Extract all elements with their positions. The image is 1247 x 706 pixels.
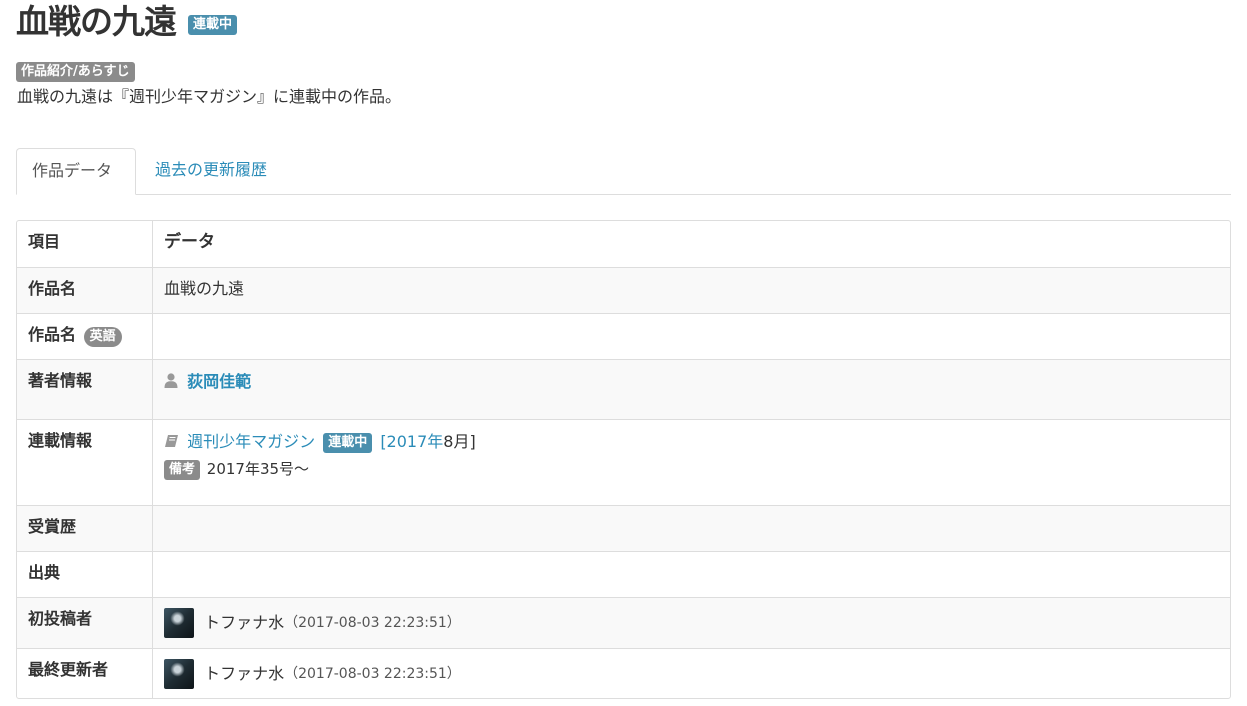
- synopsis-text: 血戦の九遠は『週刊少年マガジン』に連載中の作品。: [17, 87, 402, 106]
- table-row-awards: 受賞歴: [17, 505, 1230, 551]
- book-icon: [164, 432, 179, 454]
- first-poster-value: トファナ水（2017-08-03 22:23:51）: [164, 608, 461, 638]
- row-label-title: 作品名: [28, 279, 77, 298]
- row-label-author: 著者情報: [28, 371, 93, 390]
- row-label-first-poster: 初投稿者: [28, 609, 93, 628]
- table-row-english-title: 作品名 英語: [17, 313, 1230, 359]
- work-title-value: 血戦の九遠: [164, 279, 245, 298]
- avatar[interactable]: [164, 608, 194, 638]
- serialization-status-badge: 連載中: [323, 433, 373, 453]
- table-header-value: データ: [164, 232, 215, 252]
- user-icon: [164, 372, 178, 394]
- magazine-link[interactable]: 週刊少年マガジン: [187, 432, 315, 451]
- tab-update-history[interactable]: 過去の更新履歴: [140, 148, 282, 194]
- tab-work-data[interactable]: 作品データ: [16, 148, 136, 195]
- author-link[interactable]: 荻岡佳範: [187, 372, 251, 391]
- page-title: 血戦の九遠: [16, 2, 177, 41]
- synopsis-label: 作品紹介/あらすじ: [16, 62, 135, 82]
- first-poster-name[interactable]: トファナ水: [204, 613, 284, 632]
- row-label-english-title: 作品名 英語: [28, 324, 122, 347]
- english-badge: 英語: [83, 327, 122, 347]
- row-label-cell: 著者情報: [17, 360, 153, 419]
- table-header-label: 項目: [28, 232, 61, 251]
- serialization-line: 週刊少年マガジン 連載中 [2017年8月]: [164, 431, 476, 454]
- title-row: 血戦の九遠 連載中: [16, 0, 238, 44]
- row-label-cell: 初投稿者: [17, 598, 153, 648]
- tab-bar: 作品データ 過去の更新履歴: [16, 148, 1231, 195]
- status-badge: 連載中: [188, 15, 238, 35]
- first-poster-timestamp: （2017-08-03 22:23:51）: [284, 615, 461, 631]
- row-label-cell: 出典: [17, 552, 153, 597]
- table-row-serialization: 連載情報 週刊少年マガジン 連載中 [2017年8月] 備考 2017年35号〜: [17, 419, 1230, 505]
- row-label-cell: 連載情報: [17, 420, 153, 505]
- table-row-title: 作品名 血戦の九遠: [17, 267, 1230, 313]
- row-label-cell: 受賞歴: [17, 506, 153, 551]
- row-label-last-editor: 最終更新者: [28, 660, 109, 679]
- row-label-cell: 最終更新者: [17, 649, 153, 698]
- note-badge: 備考: [164, 460, 201, 480]
- table-row-author: 著者情報 荻岡佳範: [17, 359, 1230, 419]
- serialization-date-suffix: 8月]: [443, 432, 476, 451]
- serialization-date-link[interactable]: [2017年: [380, 432, 443, 451]
- row-label-serialization: 連載情報: [28, 431, 93, 450]
- row-label-text: 作品名: [28, 325, 77, 344]
- table-row-last-editor: 最終更新者 トファナ水（2017-08-03 22:23:51）: [17, 648, 1230, 698]
- last-editor-timestamp: （2017-08-03 22:23:51）: [284, 666, 461, 682]
- note-text: 2017年35号〜: [206, 460, 310, 478]
- work-detail-page: 血戦の九遠 連載中 作品紹介/あらすじ 血戦の九遠は『週刊少年マガジン』に連載中…: [0, 0, 1247, 706]
- row-label-source: 出典: [28, 563, 61, 582]
- row-label-awards: 受賞歴: [28, 517, 77, 536]
- author-value: 荻岡佳範: [164, 371, 251, 394]
- row-label-cell: 作品名: [17, 268, 153, 313]
- avatar[interactable]: [164, 659, 194, 689]
- row-label-cell: 作品名 英語: [17, 314, 153, 359]
- work-data-table: 項目 データ 作品名 血戦の九遠 作品名 英語 著者情報 荻岡佳範 連載情報 週…: [16, 220, 1231, 699]
- table-row-source: 出典: [17, 551, 1230, 597]
- table-header-row: 項目 データ: [17, 221, 1230, 267]
- table-header-label-cell: 項目: [17, 221, 153, 267]
- last-editor-name[interactable]: トファナ水: [204, 664, 284, 683]
- serialization-note-line: 備考 2017年35号〜: [164, 458, 309, 480]
- table-row-first-poster: 初投稿者 トファナ水（2017-08-03 22:23:51）: [17, 597, 1230, 648]
- last-editor-value: トファナ水（2017-08-03 22:23:51）: [164, 659, 461, 689]
